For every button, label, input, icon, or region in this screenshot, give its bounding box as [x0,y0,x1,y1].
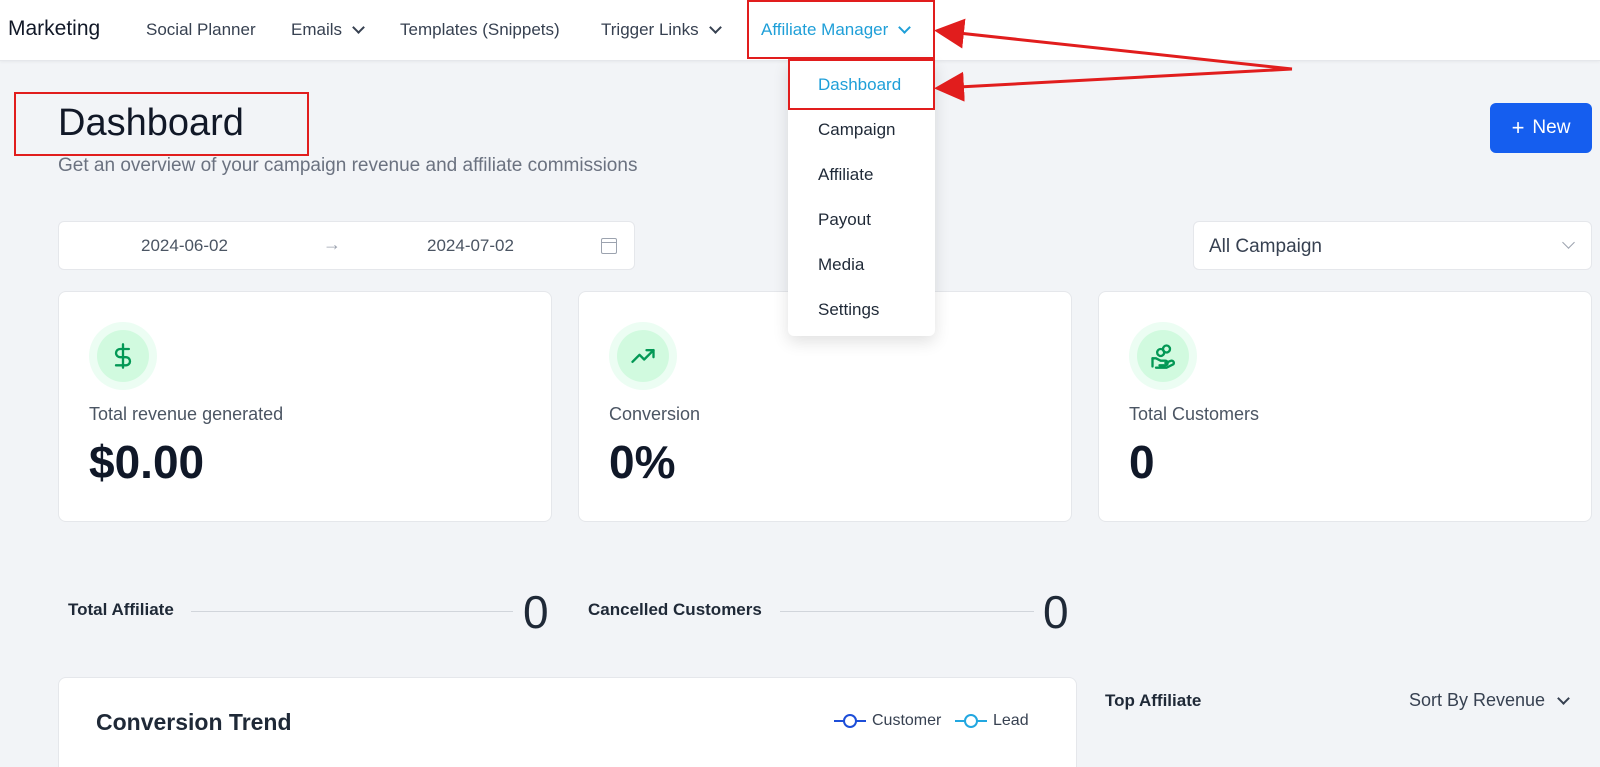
stat-label: Total Customers [1129,404,1260,424]
icon-ring [89,322,157,390]
sort-by-select[interactable]: Sort By Revenue [1409,690,1570,711]
chevron-down-icon [352,21,365,34]
divider [780,611,1034,612]
campaign-select[interactable]: All Campaign [1193,221,1592,270]
menu-item-settings[interactable]: Settings [818,300,879,320]
plus-icon: + [1511,115,1525,140]
counter-value: 0 [523,586,549,638]
legend-label: Lead [993,712,1029,729]
nav-emails[interactable]: Emails [291,20,365,40]
conversion-trend-card: Conversion Trend Customer Lead [58,677,1077,767]
end-date[interactable]: 2024-07-02 [427,236,514,256]
legend-item-lead[interactable]: Lead [955,712,1029,730]
icon-ring [1129,322,1197,390]
stat-value: 0% [609,436,676,488]
legend-item-customer[interactable]: Customer [834,712,941,730]
menu-item-payout[interactable]: Payout [818,210,871,230]
stat-value: $0.00 [89,436,205,488]
annotation-box-dashboard-item [788,59,935,110]
nav-templates[interactable]: Templates (Snippets) [400,20,560,40]
nav-trigger-links[interactable]: Trigger Links [601,20,722,40]
new-button-label: New [1532,117,1571,138]
calendar-icon [601,238,617,254]
counter-total-affiliate: Total Affiliate 0 [68,585,552,638]
stat-label: Conversion [609,404,701,424]
arrow-right-icon: → [323,234,341,254]
annotation-box-affiliate-manager [747,0,935,59]
divider [191,611,513,612]
trending-up-icon [617,330,669,382]
chevron-down-icon [1557,691,1570,705]
menu-item-media[interactable]: Media [818,255,864,275]
stat-card-revenue: Total revenue generated $0.00 [58,291,552,522]
annotation-box-page-title [14,92,309,156]
nav-social-planner-label: Social Planner [146,20,256,39]
date-range-picker[interactable]: 2024-06-02 → 2024-07-02 [58,221,635,270]
counter-label: Cancelled Customers [588,600,762,619]
counter-cancelled-customers: Cancelled Customers 0 [588,585,1072,638]
stat-value: 0 [1129,436,1155,488]
menu-item-affiliate[interactable]: Affiliate [818,165,873,185]
nav-social-planner[interactable]: Social Planner [146,20,256,40]
new-button[interactable]: + New [1490,103,1592,153]
stat-card-customers: Total Customers 0 [1098,291,1592,522]
hand-coins-icon [1137,330,1189,382]
icon-ring [609,322,677,390]
nav-emails-label: Emails [291,20,343,39]
stat-label: Total revenue generated [89,404,284,424]
page-subtitle: Get an overview of your campaign revenue… [58,155,638,176]
nav-trigger-links-label: Trigger Links [601,20,699,39]
sort-by-label: Sort By Revenue [1409,690,1546,710]
legend-label: Customer [872,712,942,729]
conversion-trend-title: Conversion Trend [96,709,292,735]
start-date[interactable]: 2024-06-02 [141,236,228,256]
campaign-select-value: All Campaign [1209,236,1322,257]
dollar-icon [97,330,149,382]
chevron-down-icon [1562,236,1575,249]
line-marker-icon [955,714,987,728]
counter-label: Total Affiliate [68,600,174,619]
chevron-down-icon [708,21,722,34]
counter-value: 0 [1043,586,1069,638]
top-affiliate-title: Top Affiliate [1105,691,1202,710]
nav-templates-label: Templates (Snippets) [400,20,560,39]
app-brand: Marketing [8,17,101,40]
menu-item-campaign[interactable]: Campaign [818,120,896,140]
line-marker-icon [834,714,866,728]
